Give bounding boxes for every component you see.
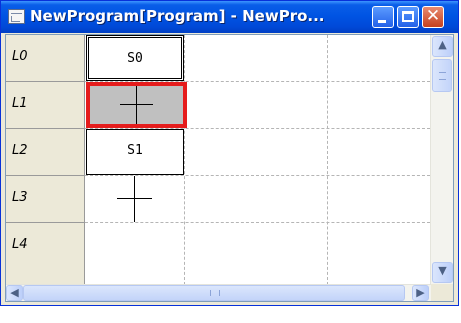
ladder-editor[interactable]: L0 L1 L2 L3 L4 S0 S1 ▲ ▼ ◀ ▶	[5, 34, 454, 302]
chevron-right-icon: ▶	[416, 286, 425, 299]
scroll-up-button[interactable]: ▲	[432, 36, 453, 57]
transition-vertical-line	[136, 86, 137, 124]
row-label-l2[interactable]: L2	[6, 129, 85, 176]
step-s1[interactable]: S1	[86, 129, 184, 175]
initial-step-s0[interactable]: S0	[86, 35, 184, 81]
grid-line	[184, 35, 185, 285]
window-title: NewProgram[Program] - NewPro...	[30, 7, 325, 25]
transition-bar	[117, 198, 152, 199]
close-button[interactable]: ✕	[422, 6, 444, 28]
selected-transition-cell[interactable]	[86, 82, 187, 128]
horizontal-scroll-thumb[interactable]	[23, 285, 405, 301]
scroll-left-button[interactable]: ◀	[6, 285, 23, 301]
step-label: S1	[127, 143, 143, 158]
program-document-icon	[8, 9, 25, 24]
step-label: S0	[127, 51, 143, 66]
chevron-down-icon: ▼	[438, 264, 447, 277]
grid-line	[85, 222, 430, 223]
row-label-text: L3	[12, 190, 28, 205]
row-label-l4[interactable]: L4	[6, 223, 85, 285]
row-label-text: L1	[12, 96, 28, 111]
maximize-button[interactable]	[397, 6, 419, 28]
close-icon: ✕	[425, 6, 441, 26]
row-label-l1[interactable]: L1	[6, 82, 85, 129]
row-label-text: L0	[12, 49, 28, 64]
row-label-text: L2	[12, 143, 28, 158]
size-grip	[431, 284, 453, 301]
program-window: NewProgram[Program] - NewPro... ✕ L0 L1 …	[0, 0, 459, 306]
horizontal-scrollbar[interactable]: ◀ ▶	[6, 284, 431, 301]
chevron-up-icon: ▲	[438, 38, 447, 51]
grid-line	[327, 35, 328, 285]
vertical-scrollbar[interactable]: ▲ ▼	[430, 35, 453, 284]
chevron-left-icon: ◀	[10, 286, 19, 299]
row-label-l3[interactable]: L3	[6, 176, 85, 223]
minimize-button[interactable]	[372, 6, 394, 28]
title-bar[interactable]: NewProgram[Program] - NewPro... ✕	[1, 1, 458, 33]
scroll-right-button[interactable]: ▶	[412, 285, 429, 301]
scroll-down-button[interactable]: ▼	[432, 262, 453, 283]
transition-vertical-line	[134, 176, 135, 222]
transition-cell[interactable]	[86, 176, 184, 222]
row-label-l0[interactable]: L0	[6, 35, 85, 82]
row-label-text: L4	[12, 237, 28, 252]
vertical-scroll-thumb[interactable]	[432, 59, 452, 92]
transition-bar	[120, 104, 153, 105]
